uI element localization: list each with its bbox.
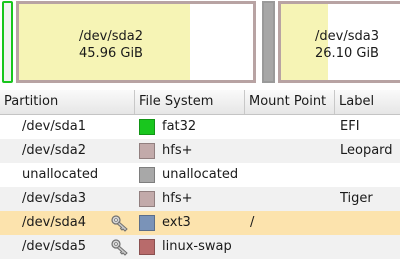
partition-block-size: 26.10 GiB [315,46,379,61]
mount-point-cell [250,139,335,163]
filesystem-cell: hfs+ [162,143,193,158]
mount-point-cell [250,187,335,211]
partition-cell: /dev/sda1 [22,119,86,134]
mount-point-cell [250,163,335,187]
partition-cell: /dev/sda3 [22,191,86,206]
table-header: Partition File System Mount Point Label [0,90,400,115]
partition-block-size: 45.96 GiB [79,46,143,61]
label-cell: Tiger [340,191,373,206]
partition-block-label-sda3: /dev/sda3 26.10 GiB [285,28,400,62]
partition-cell: /dev/sda2 [22,143,86,158]
filesystem-cell: linux-swap [162,239,232,254]
mount-point-cell [250,235,335,259]
filesystem-color-swatch [139,191,155,207]
column-header-partition[interactable]: Partition [0,90,135,114]
filesystem-color-swatch [139,215,155,231]
filesystem-cell: ext3 [162,215,191,230]
label-cell [340,235,400,259]
partition-block-sda3[interactable]: /dev/sda3 26.10 GiB [278,1,400,83]
table-row[interactable]: /dev/sda5 linux-swap [0,235,400,259]
column-header-label[interactable]: Label [335,90,400,114]
partition-block-label-sda2: /dev/sda2 45.96 GiB [19,28,203,62]
filesystem-color-swatch [139,119,155,135]
filesystem-color-swatch [139,143,155,159]
partition-block-name: /dev/sda3 [315,29,379,44]
filesystem-cell: fat32 [162,119,197,134]
partition-graphic: /dev/sda2 45.96 GiB /dev/sda3 26.10 GiB [0,0,400,86]
column-header-filesystem[interactable]: File System [135,90,245,114]
label-cell [340,211,400,235]
partition-block-name: /dev/sda2 [79,29,143,44]
mount-point-cell [250,115,335,139]
table-row[interactable]: /dev/sda4 ext3/ [0,211,400,235]
label-cell [340,163,400,187]
partition-cell: unallocated [22,167,99,182]
label-cell: EFI [340,119,360,134]
key-icon [110,214,132,232]
table-row[interactable]: /dev/sda3 hfs+ Tiger [0,187,400,211]
column-header-mount-point[interactable]: Mount Point [245,90,335,114]
key-icon [110,238,132,256]
table-row[interactable]: /dev/sda1 fat32 EFI [0,115,400,139]
filesystem-cell: unallocated [162,167,239,182]
filesystem-color-swatch [139,167,155,183]
table-row[interactable]: unallocated unallocated [0,163,400,187]
partition-block-sda2[interactable]: /dev/sda2 45.96 GiB [16,1,256,83]
filesystem-cell: hfs+ [162,191,193,206]
partition-block-sda1[interactable] [2,1,13,83]
partition-block-unallocated[interactable] [262,1,275,83]
label-cell: Leopard [340,143,393,158]
filesystem-color-swatch [139,239,155,255]
mount-point-cell: / [250,215,255,230]
table-row[interactable]: /dev/sda2 hfs+ Leopard [0,139,400,163]
